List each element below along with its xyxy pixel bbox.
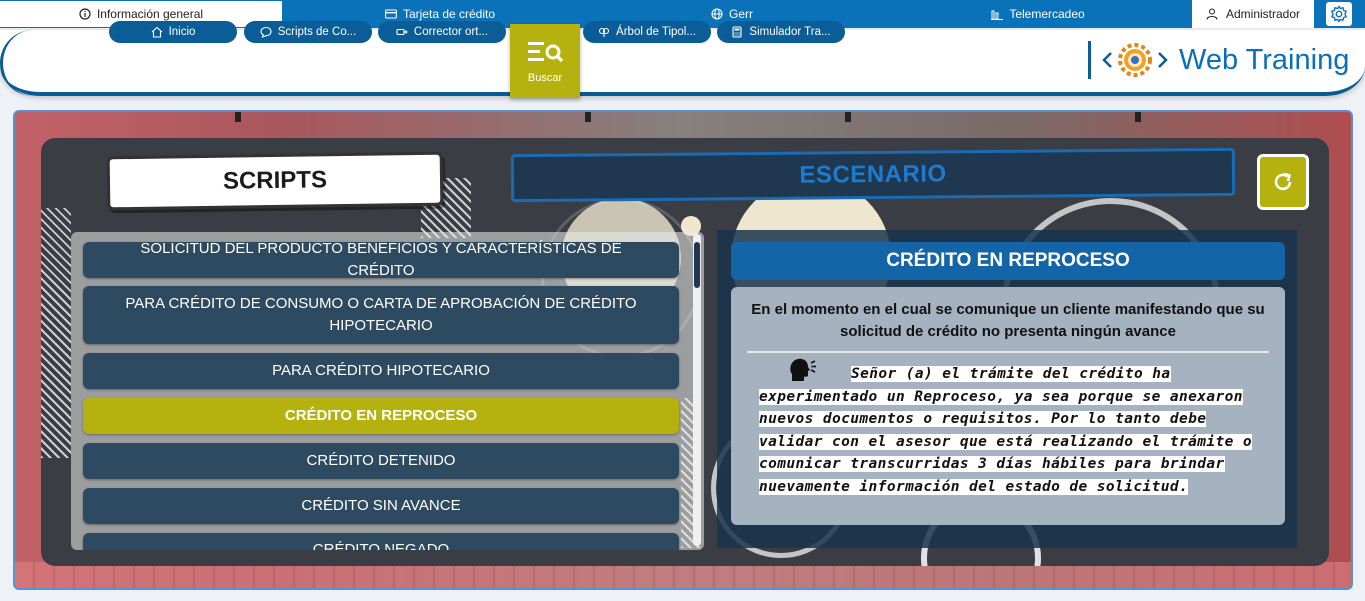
nav-simulador-button[interactable]: Simulador Tra... <box>717 21 845 43</box>
scripts-list: SOLICITUD DEL PRODUCTO BENEFICIOS Y CARA… <box>71 232 704 550</box>
scenario-header: CRÉDITO EN REPROCESO <box>731 242 1285 280</box>
list-item[interactable]: PARA CRÉDITO DE CONSUMO O CARTA DE APROB… <box>83 286 679 344</box>
nav-label: Árbol de Tipol... <box>616 26 696 38</box>
search-button[interactable]: Buscar <box>510 24 580 98</box>
main-stage: SCRIPTS ESCENARIO SOLICITUD DEL PRODUCTO… <box>13 110 1353 590</box>
decoration <box>235 112 241 122</box>
scenario-script: Señor (a) el trámite del crédito ha expe… <box>759 363 1259 498</box>
list-item[interactable]: CRÉDITO NEGADO <box>83 533 679 550</box>
user-menu[interactable]: Administrador <box>1192 0 1314 28</box>
web-training-logo-icon <box>1102 43 1168 77</box>
script-board: SCRIPTS ESCENARIO SOLICITUD DEL PRODUCTO… <box>41 138 1329 566</box>
tab-label: Información general <box>96 7 204 21</box>
calculator-icon <box>732 26 742 38</box>
tab-telemercadeo[interactable]: Telemercadeo <box>980 1 1096 27</box>
scrollbar-thumb[interactable] <box>694 242 700 288</box>
list-item-label: PARA CRÉDITO DE CONSUMO O CARTA DE APROB… <box>125 295 637 334</box>
spellcheck-icon <box>396 28 408 36</box>
brand-divider <box>1088 41 1091 79</box>
decoration <box>585 112 591 122</box>
scripts-title: SCRIPTS <box>106 151 444 211</box>
scenario-body: En el momento en el cual se comunique un… <box>731 287 1285 525</box>
user-name: Administrador <box>1225 7 1301 21</box>
nav-label: Corrector ort... <box>413 26 489 38</box>
script-text: Señor (a) el trámite del crédito ha expe… <box>759 366 1253 495</box>
nav-arbol-button[interactable]: Árbol de Tipol... <box>583 21 711 43</box>
refresh-icon <box>1274 172 1292 191</box>
brand-name: Web Training <box>1179 43 1350 76</box>
chat-icon <box>260 26 272 38</box>
brand-logo: Web Training <box>1088 40 1349 80</box>
decoration <box>1135 112 1141 122</box>
globe-icon <box>711 8 723 20</box>
list-item-selected[interactable]: CRÉDITO EN REPROCESO <box>83 398 679 434</box>
scenario-detail: CRÉDITO EN REPROCESO En el momento en el… <box>717 230 1297 548</box>
list-item-label: SOLICITUD DEL PRODUCTO BENEFICIOS Y CARA… <box>140 240 622 279</box>
decoration <box>845 112 851 122</box>
list-item-label: CRÉDITO DETENIDO <box>306 452 456 469</box>
nav-scripts-button[interactable]: Scripts de Co... <box>244 21 372 43</box>
nav-label: Simulador Tra... <box>749 26 831 38</box>
list-item[interactable]: SOLICITUD DEL PRODUCTO BENEFICIOS Y CARA… <box>83 240 679 279</box>
list-item-label: CRÉDITO NEGADO <box>312 541 450 550</box>
search-list-icon <box>528 42 564 63</box>
chart-icon <box>991 10 1004 20</box>
nav-label: Scripts de Co... <box>277 26 357 38</box>
user-icon <box>1206 8 1218 20</box>
nav-label: Inicio <box>168 26 196 38</box>
list-item-label: CRÉDITO SIN AVANCE <box>301 497 461 514</box>
escenario-title: ESCENARIO <box>510 147 1236 203</box>
list-item-label: PARA CRÉDITO HIPOTECARIO <box>272 362 490 379</box>
tab-label: Gerr <box>729 7 753 21</box>
search-label: Buscar <box>527 72 563 84</box>
list-item[interactable]: CRÉDITO SIN AVANCE <box>83 488 679 524</box>
decoration <box>41 208 71 458</box>
gear-icon <box>1331 5 1347 23</box>
nav-inicio-button[interactable]: Inicio <box>109 21 237 43</box>
scenario-description: En el momento en el cual se comunique un… <box>751 301 1265 340</box>
nav-corrector-button[interactable]: Corrector ort... <box>378 21 506 43</box>
list-item[interactable]: PARA CRÉDITO HIPOTECARIO <box>83 353 679 389</box>
home-icon <box>151 26 162 38</box>
decoration <box>15 562 1351 588</box>
credit-card-icon <box>385 9 397 19</box>
tree-icon <box>598 27 610 37</box>
list-item[interactable]: CRÉDITO DETENIDO <box>83 443 679 479</box>
tab-label: Telemercadeo <box>1009 7 1085 21</box>
info-icon <box>79 8 91 20</box>
tab-label: Tarjeta de crédito <box>402 7 496 21</box>
refresh-button[interactable] <box>1257 154 1309 210</box>
divider <box>747 351 1269 353</box>
list-item-label: CRÉDITO EN REPROCESO <box>284 407 478 424</box>
scripts-scrollbar[interactable] <box>693 234 701 546</box>
settings-button[interactable] <box>1326 2 1352 26</box>
